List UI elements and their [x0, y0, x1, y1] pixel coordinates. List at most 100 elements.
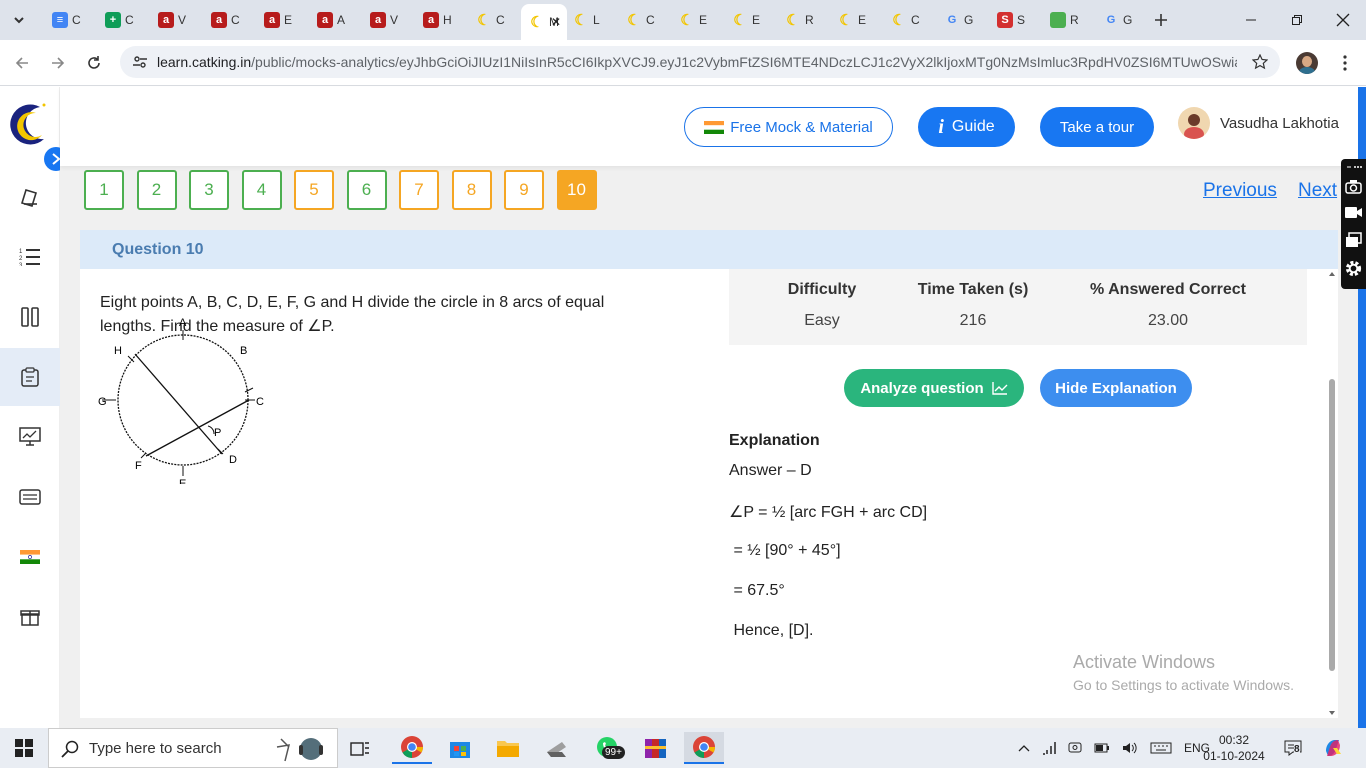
file-explorer-taskbar-icon[interactable] — [488, 732, 528, 764]
card-scrollbar[interactable] — [1326, 269, 1338, 718]
sidebar-item-gift[interactable] — [0, 588, 60, 646]
tab-favicon-icon: a — [211, 12, 227, 28]
whatsapp-taskbar-icon[interactable]: 99+ — [588, 732, 628, 764]
browser-menu-button[interactable] — [1330, 48, 1360, 78]
floating-toolbar — [1341, 159, 1366, 289]
browser-tab[interactable]: aC — [203, 6, 255, 34]
columns-icon — [21, 307, 39, 327]
browser-tab[interactable]: ☾ C — [468, 6, 520, 34]
tab-favicon-icon: a — [158, 12, 174, 28]
sidebar-item-columns[interactable] — [0, 288, 60, 346]
browser-tab[interactable]: ☾ L — [565, 6, 617, 34]
sidebar-item-list[interactable]: 123 — [0, 228, 60, 286]
question-nav-button[interactable]: 8 — [451, 170, 492, 210]
question-nav-button[interactable]: 4 — [241, 170, 282, 210]
analyze-question-button[interactable]: Analyze question — [844, 369, 1024, 407]
question-nav-button[interactable]: 1 — [84, 170, 124, 210]
browser-tab[interactable]: GG — [936, 6, 988, 34]
bookmark-star-icon[interactable] — [1252, 54, 1268, 70]
browser-tab[interactable]: aA — [309, 6, 361, 34]
app-taskbar-icon[interactable] — [536, 732, 576, 764]
keyboard-icon[interactable] — [1150, 742, 1172, 754]
forward-button[interactable] — [43, 48, 73, 78]
question-nav-button[interactable]: 9 — [504, 170, 544, 210]
settings-gear-icon[interactable] — [1344, 259, 1363, 278]
tab-search-button[interactable] — [6, 8, 32, 32]
question-nav-button[interactable]: 6 — [346, 170, 387, 210]
store-taskbar-icon[interactable] — [440, 732, 480, 764]
browser-tab[interactable]: ☾ E — [724, 6, 776, 34]
chrome-taskbar-icon[interactable] — [392, 732, 432, 764]
tab-favicon-icon: ≡ — [52, 12, 68, 28]
winrar-taskbar-icon[interactable] — [636, 732, 676, 764]
hide-explanation-button[interactable]: Hide Explanation — [1040, 369, 1192, 407]
sidebar-item-books[interactable] — [0, 168, 60, 226]
arrow-left-icon — [15, 57, 28, 69]
browser-tab[interactable]: aH — [415, 6, 467, 34]
reload-button[interactable] — [79, 48, 109, 78]
link-more-icon[interactable] — [1346, 163, 1362, 171]
address-bar[interactable]: learn.catking.in/public/mocks-analytics/… — [120, 46, 1280, 78]
browser-tab[interactable]: ☾ E — [671, 6, 723, 34]
browser-tab[interactable]: + C — [97, 6, 149, 34]
chrome-profile-taskbar-icon[interactable] — [684, 732, 724, 764]
activate-windows-text: Go to Settings to activate Windows. — [1073, 677, 1294, 693]
question-nav-button[interactable]: 2 — [136, 170, 177, 210]
take-tour-button[interactable]: Take a tour — [1040, 107, 1154, 147]
browser-tab[interactable]: aV — [150, 6, 202, 34]
camera-app-icon[interactable] — [1068, 741, 1082, 755]
clock[interactable]: 00:32 01-10-2024 — [1200, 728, 1268, 768]
browser-tab[interactable]: ☾ M ✕ — [521, 4, 567, 40]
profile-avatar[interactable] — [1296, 52, 1318, 74]
chevron-up-icon[interactable] — [1018, 744, 1030, 752]
label-p: P — [214, 427, 221, 439]
notification-center-button[interactable]: 8 — [1284, 728, 1302, 768]
minimize-button[interactable] — [1228, 0, 1274, 40]
previous-link[interactable]: Previous — [1203, 180, 1277, 202]
browser-tab[interactable]: aV — [362, 6, 414, 34]
task-view-button[interactable] — [340, 732, 380, 764]
sidebar-item-ebook[interactable] — [0, 468, 60, 526]
label-h: H — [114, 345, 122, 357]
app-sidebar: 123 — [0, 87, 68, 728]
free-mock-button[interactable]: Free Mock & Material — [684, 107, 893, 147]
copilot-button[interactable] — [1322, 728, 1344, 768]
browser-tab[interactable]: GG — [1095, 6, 1147, 34]
camera-icon[interactable] — [1345, 179, 1362, 194]
start-button[interactable] — [4, 732, 44, 764]
scrollbar-thumb[interactable] — [1329, 379, 1335, 671]
network-icon[interactable] — [1042, 741, 1056, 755]
restore-button[interactable] — [1274, 0, 1320, 40]
question-nav-button[interactable]: 5 — [294, 170, 334, 210]
windows-copy-icon[interactable] — [1345, 232, 1362, 248]
new-tab-button[interactable] — [1148, 8, 1174, 32]
guide-button[interactable]: i Guide — [918, 107, 1015, 147]
browser-tab[interactable]: ☾ C — [618, 6, 670, 34]
volume-icon[interactable] — [1122, 741, 1138, 755]
sidebar-item-analytics[interactable] — [0, 408, 60, 466]
question-nav-button[interactable]: 3 — [189, 170, 229, 210]
taskbar-search[interactable]: Type here to search — [48, 728, 338, 768]
video-camera-icon[interactable] — [1344, 206, 1363, 219]
user-menu[interactable]: Vasudha Lakhotia — [1178, 107, 1339, 139]
browser-tab[interactable]: aE — [256, 6, 308, 34]
question-nav-button[interactable]: 10 — [556, 170, 597, 210]
ebook-icon — [19, 489, 41, 505]
reload-icon — [88, 56, 100, 69]
question-nav-button[interactable]: 7 — [399, 170, 439, 210]
close-window-button[interactable] — [1320, 0, 1366, 40]
sidebar-item-mocks[interactable] — [0, 348, 60, 406]
next-link[interactable]: Next — [1298, 180, 1337, 202]
monitor-chart-icon — [19, 427, 41, 446]
battery-icon[interactable] — [1094, 742, 1110, 754]
sidebar-item-india[interactable] — [0, 528, 60, 586]
tab-close-icon[interactable]: ✕ — [551, 15, 561, 29]
browser-tab[interactable]: R — [1042, 6, 1094, 34]
tab-title: E — [699, 13, 708, 27]
browser-tab[interactable]: ☾ E — [830, 6, 882, 34]
browser-tab[interactable]: ≡ C — [44, 6, 96, 34]
back-button[interactable] — [7, 48, 37, 78]
browser-tab[interactable]: ☾ C — [883, 6, 935, 34]
browser-tab[interactable]: SS — [989, 6, 1041, 34]
browser-tab[interactable]: ☾ R — [777, 6, 829, 34]
